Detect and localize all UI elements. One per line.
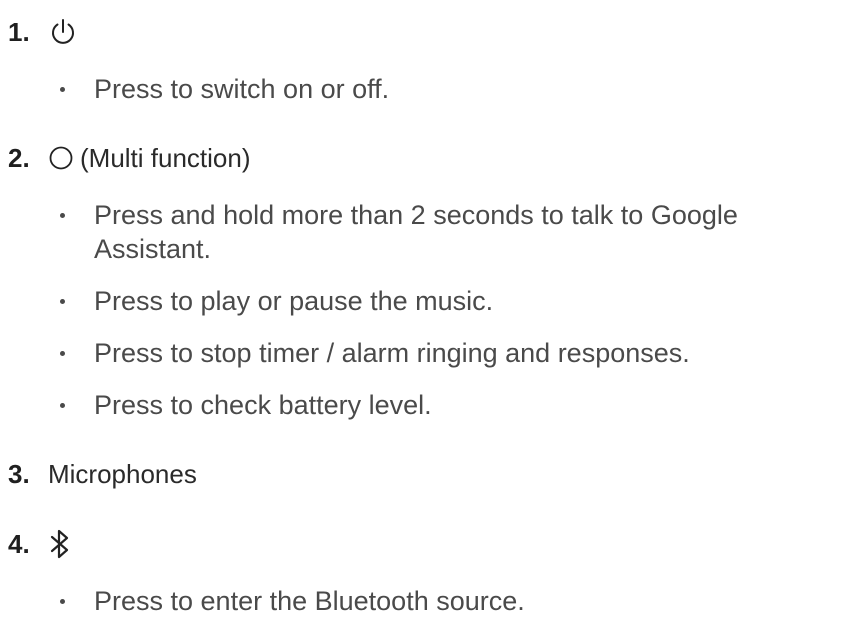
- bullet-dot: [60, 87, 65, 92]
- item-label: Microphones: [48, 459, 197, 489]
- list-item: Press to play or pause the music.: [58, 284, 818, 318]
- bullet-text: Press and hold more than 2 seconds to ta…: [94, 200, 738, 264]
- bluetooth-icon: [48, 528, 72, 560]
- item-heading: 2. (Multi function): [8, 140, 856, 176]
- list-item: Press to stop timer / alarm ringing and …: [58, 336, 818, 370]
- bullet-dot: [60, 213, 65, 218]
- bullet-list: Press to enter the Bluetooth source.: [8, 584, 856, 618]
- bullet-text: Press to check battery level.: [94, 390, 432, 420]
- item-number: 4.: [8, 529, 30, 559]
- list-item: Press to enter the Bluetooth source.: [58, 584, 818, 618]
- power-icon: [48, 17, 78, 47]
- circle-icon: [48, 145, 74, 171]
- bullet-text: Press to play or pause the music.: [94, 286, 494, 316]
- bullet-text: Press to stop timer / alarm ringing and …: [94, 338, 690, 368]
- item-heading: 1.: [8, 14, 856, 50]
- bullet-dot: [60, 299, 65, 304]
- list-item: Press and hold more than 2 seconds to ta…: [58, 198, 818, 266]
- item-number: 2.: [8, 143, 30, 173]
- item-label: (Multi function): [80, 143, 251, 173]
- bullet-list: Press to switch on or off.: [8, 72, 856, 106]
- item-number: 1.: [8, 17, 30, 47]
- bullet-dot: [60, 599, 65, 604]
- bullet-list: Press and hold more than 2 seconds to ta…: [8, 198, 856, 422]
- list-item-multi-function: 2. (Multi function) Press and hold more …: [8, 140, 856, 422]
- list-item-power: 1. Press to switch on or off.: [8, 14, 856, 106]
- list-item: Press to check battery level.: [58, 388, 818, 422]
- item-heading: 4.: [8, 526, 856, 562]
- bullet-text: Press to enter the Bluetooth source.: [94, 586, 525, 616]
- list-item: Press to switch on or off.: [58, 72, 818, 106]
- item-number: 3.: [8, 459, 30, 489]
- bullet-text: Press to switch on or off.: [94, 74, 390, 104]
- bullet-dot: [60, 351, 65, 356]
- list-item-microphones: 3. Microphones: [8, 456, 856, 492]
- list-item-bluetooth: 4. Press to enter the Bluetooth source.: [8, 526, 856, 618]
- bullet-dot: [60, 403, 65, 408]
- item-heading: 3. Microphones: [8, 456, 856, 492]
- manual-page: 1. Press to switch on or off. 2. (Multi …: [0, 0, 856, 616]
